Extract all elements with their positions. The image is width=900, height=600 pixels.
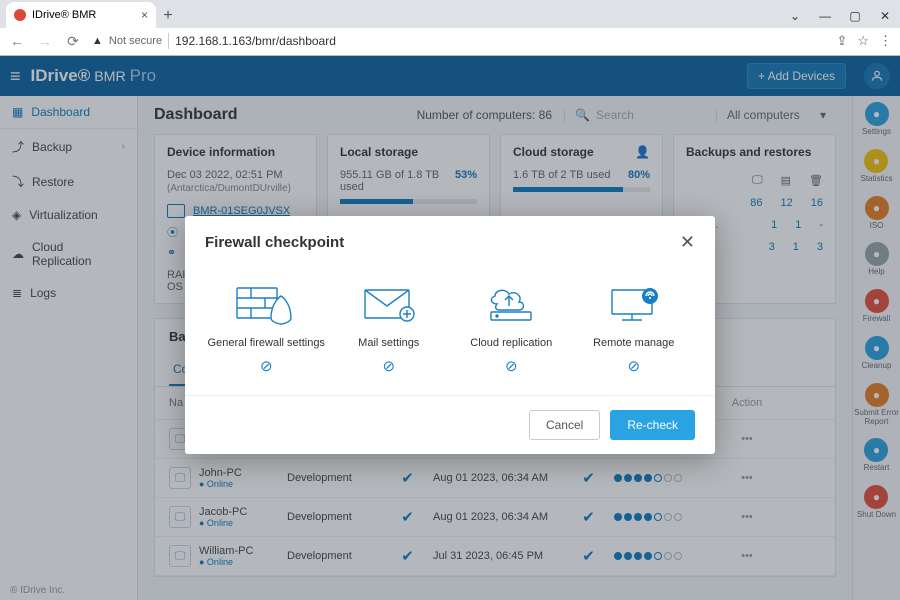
star-icon[interactable]: ☆	[857, 33, 869, 49]
warning-icon: ▲	[92, 35, 103, 47]
favicon-icon	[14, 9, 26, 21]
address-bar[interactable]: ▲ Not secure 192.168.1.163/bmr/dashboard	[92, 33, 826, 49]
firewall-item-mail: Mail settings ⊘	[329, 279, 449, 375]
modal-overlay: Firewall checkpoint ✕ General firewall s…	[0, 56, 900, 600]
mail-icon	[329, 279, 449, 329]
forward-icon[interactable]: →	[36, 33, 54, 49]
firewall-item-general: General firewall settings ⊘	[206, 279, 326, 375]
minimize-icon[interactable]: —	[810, 4, 840, 28]
recheck-button[interactable]: Re-check	[610, 410, 695, 440]
close-icon[interactable]: ✕	[680, 232, 695, 253]
cancel-button[interactable]: Cancel	[529, 410, 600, 440]
tab-title: IDrive® BMR	[32, 9, 96, 21]
check-icon: ⊘	[574, 357, 694, 375]
chevron-down-icon[interactable]: ⌄	[780, 4, 810, 28]
check-icon: ⊘	[329, 357, 449, 375]
modal-title: Firewall checkpoint	[205, 234, 344, 251]
reload-icon[interactable]: ⟳	[64, 33, 82, 50]
firewall-item-remote: Remote manage ⊘	[574, 279, 694, 375]
check-icon: ⊘	[451, 357, 571, 375]
firewall-wall-icon	[206, 279, 326, 329]
tab-close-icon[interactable]: ×	[141, 8, 148, 22]
remote-monitor-icon	[574, 279, 694, 329]
kebab-menu-icon[interactable]: ⋮	[879, 33, 892, 49]
security-label: Not secure	[109, 35, 162, 47]
maximize-icon[interactable]: ▢	[840, 4, 870, 28]
close-window-icon[interactable]: ✕	[870, 4, 900, 28]
firewall-item-cloud: Cloud replication ⊘	[451, 279, 571, 375]
browser-chrome: IDrive® BMR × + ⌄ — ▢ ✕ ← → ⟳ ▲ Not secu…	[0, 0, 900, 56]
browser-tab[interactable]: IDrive® BMR ×	[6, 2, 156, 28]
new-tab-button[interactable]: +	[156, 4, 180, 28]
back-icon[interactable]: ←	[8, 33, 26, 49]
url-text: 192.168.1.163/bmr/dashboard	[175, 34, 336, 48]
check-icon: ⊘	[206, 357, 326, 375]
firewall-checkpoint-modal: Firewall checkpoint ✕ General firewall s…	[185, 216, 715, 454]
cloud-upload-icon	[451, 279, 571, 329]
share-icon[interactable]: ⇪	[836, 33, 847, 49]
